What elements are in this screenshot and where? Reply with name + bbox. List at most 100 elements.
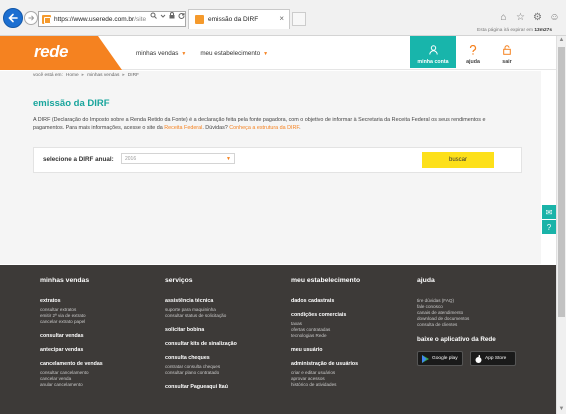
question-icon bbox=[469, 45, 477, 55]
nav-meu-estabelecimento[interactable]: meu estabelecimento ▼ bbox=[200, 50, 268, 57]
forward-button[interactable] bbox=[24, 11, 38, 25]
footer-group: cancelamento de vendas consultar cancela… bbox=[40, 361, 103, 388]
footer-section-link[interactable]: condições comerciais bbox=[291, 312, 360, 318]
scrollbar[interactable]: ▲ ▼ bbox=[556, 36, 566, 414]
apple-icon bbox=[475, 354, 482, 363]
tab-favicon bbox=[195, 15, 204, 24]
filter-label: selecione a DIRF anual: bbox=[43, 156, 114, 163]
store-label: Google play bbox=[432, 356, 458, 361]
settings-icon[interactable]: ⚙ bbox=[532, 12, 543, 23]
side-tools: ✉ ? bbox=[542, 205, 556, 235]
chevron-down-icon: ▼ bbox=[263, 51, 269, 57]
app-store-button[interactable]: App Store bbox=[470, 351, 516, 366]
google-play-icon bbox=[422, 354, 429, 363]
footer-group: dados cadastrais bbox=[291, 298, 360, 304]
footer-section-link[interactable]: consultar kits de sinalização bbox=[165, 341, 237, 347]
scroll-thumb[interactable] bbox=[558, 47, 565, 317]
footer-link[interactable]: consultar plano contratado bbox=[165, 370, 237, 376]
url-suffix: /site bbox=[134, 15, 147, 23]
google-play-button[interactable]: Google play bbox=[417, 351, 463, 366]
breadcrumb-separator: ▸ bbox=[81, 73, 85, 78]
footer-section-link[interactable]: antecipar vendas bbox=[40, 347, 103, 353]
lock-icon bbox=[503, 45, 511, 55]
footer-link[interactable]: consultar status de solicitação bbox=[165, 313, 237, 319]
action-label: minha conta bbox=[417, 59, 449, 65]
email-icon[interactable]: ✉ bbox=[542, 205, 556, 219]
footer-section-link[interactable]: assistência técnica bbox=[165, 298, 237, 304]
my-account-button[interactable]: minha conta bbox=[410, 36, 456, 68]
filter-panel: selecione a DIRF anual: 2016 ▼ buscar bbox=[33, 147, 522, 173]
arrow-left-icon bbox=[8, 13, 18, 23]
footer-section-link[interactable]: cancelamento de vendas bbox=[40, 361, 103, 367]
scroll-up-icon[interactable]: ▲ bbox=[557, 36, 566, 45]
footer-section-link[interactable]: consulta cheques bbox=[165, 355, 237, 361]
main-content: você está em: Home ▸ minhas vendas ▸ DIR… bbox=[0, 71, 541, 264]
browser-tab[interactable]: emissão da DIRF × bbox=[188, 9, 290, 29]
footer-link[interactable]: histórico de atividades bbox=[291, 382, 360, 388]
link-estrutura-dirf[interactable]: Conheça a estrutura da DIRF bbox=[229, 125, 299, 131]
footer-section-link[interactable]: extratos bbox=[40, 298, 103, 304]
footer-section-link[interactable]: solicitar bobina bbox=[165, 327, 237, 333]
footer-section-link[interactable]: administração de usuários bbox=[291, 361, 360, 367]
action-label: ajuda bbox=[466, 59, 480, 65]
search-button[interactable]: buscar bbox=[422, 152, 494, 168]
favorites-icon[interactable]: ☆ bbox=[515, 12, 526, 23]
help-float-icon[interactable]: ? bbox=[542, 220, 556, 234]
footer-heading: meu estabelecimento bbox=[291, 277, 361, 284]
scroll-down-icon[interactable]: ▼ bbox=[557, 405, 566, 414]
footer-group: condições comerciais taxas ofertas contr… bbox=[291, 312, 360, 339]
footer-link[interactable]: cancelar extrato papel bbox=[40, 319, 103, 325]
chevron-down-icon: ▼ bbox=[226, 156, 231, 162]
help-button[interactable]: ajuda bbox=[456, 36, 490, 68]
description-text: . bbox=[299, 125, 301, 131]
footer-group: consulta cheques contratar consulta cheq… bbox=[165, 355, 237, 376]
footer-section-link[interactable]: dados cadastrais bbox=[291, 298, 360, 304]
page-title: emissão da DIRF bbox=[33, 98, 110, 109]
footer-group: consultar vendas bbox=[40, 333, 103, 339]
logout-button[interactable]: sair bbox=[490, 36, 524, 68]
breadcrumb-minhas-vendas[interactable]: minhas vendas bbox=[87, 73, 119, 78]
app-store-buttons: Google play App Store bbox=[417, 351, 516, 366]
footer-group: solicitar bobina bbox=[165, 327, 237, 333]
search-icon[interactable] bbox=[150, 12, 157, 19]
refresh-icon[interactable] bbox=[178, 12, 185, 19]
nav-label: minhas vendas bbox=[136, 50, 179, 57]
expire-text: Esta página irá expirar em bbox=[477, 28, 534, 33]
year-select[interactable]: 2016 ▼ bbox=[121, 153, 235, 164]
footer-link[interactable]: consulta de clientes bbox=[417, 322, 516, 328]
footer-section-link[interactable]: consultar vendas bbox=[40, 333, 103, 339]
footer-link[interactable]: anular cancelamento bbox=[40, 382, 103, 388]
footer-group: tire dúvidas (FAQ) fale conosco canais d… bbox=[417, 298, 516, 328]
footer-heading: serviços bbox=[165, 277, 193, 284]
dropdown-icon[interactable] bbox=[160, 12, 166, 19]
page-description: A DIRF (Declaração do Imposto sobre a Re… bbox=[33, 116, 513, 132]
browser-tools: ⌂ ☆ ⚙ ☺ bbox=[498, 12, 560, 23]
smiley-icon[interactable]: ☺ bbox=[549, 12, 560, 23]
home-icon[interactable]: ⌂ bbox=[498, 12, 509, 23]
breadcrumb: você está em: Home ▸ minhas vendas ▸ DIR… bbox=[33, 73, 139, 78]
link-receita-federal[interactable]: Receita Federal bbox=[164, 125, 202, 131]
session-expire: Esta página irá expirar em 13m27s bbox=[477, 28, 552, 33]
footer-group: assistência técnica suporte para maquini… bbox=[165, 298, 237, 319]
tab-close-icon[interactable]: × bbox=[279, 14, 284, 23]
back-button[interactable] bbox=[3, 8, 23, 28]
url-domain: userede.com.br bbox=[89, 15, 135, 23]
expire-time: 13m27s bbox=[534, 28, 552, 33]
footer-link[interactable]: tecnologias Rede bbox=[291, 333, 360, 339]
footer-section-link[interactable]: meu usuário bbox=[291, 347, 360, 353]
footer-section-link[interactable]: consultar Pagueaqui Itaú bbox=[165, 384, 237, 390]
new-tab-button[interactable] bbox=[292, 12, 306, 26]
footer-col-servicos: serviços assistência técnica suporte par… bbox=[165, 277, 237, 398]
header-actions: minha conta ajuda sair bbox=[410, 36, 524, 68]
logo-text: rede bbox=[34, 42, 68, 61]
nav-minhas-vendas[interactable]: minhas vendas ▼ bbox=[136, 50, 186, 57]
footer: minhas vendas extratos consultar extrato… bbox=[0, 265, 556, 414]
lock-icon[interactable] bbox=[169, 12, 175, 19]
breadcrumb-home[interactable]: Home bbox=[66, 73, 79, 78]
site-favicon bbox=[42, 14, 51, 24]
store-label: App Store bbox=[485, 356, 507, 361]
address-tools bbox=[150, 12, 185, 19]
chevron-down-icon: ▼ bbox=[181, 51, 187, 57]
footer-group: administração de usuários criar e editar… bbox=[291, 361, 360, 388]
user-icon bbox=[428, 45, 438, 55]
